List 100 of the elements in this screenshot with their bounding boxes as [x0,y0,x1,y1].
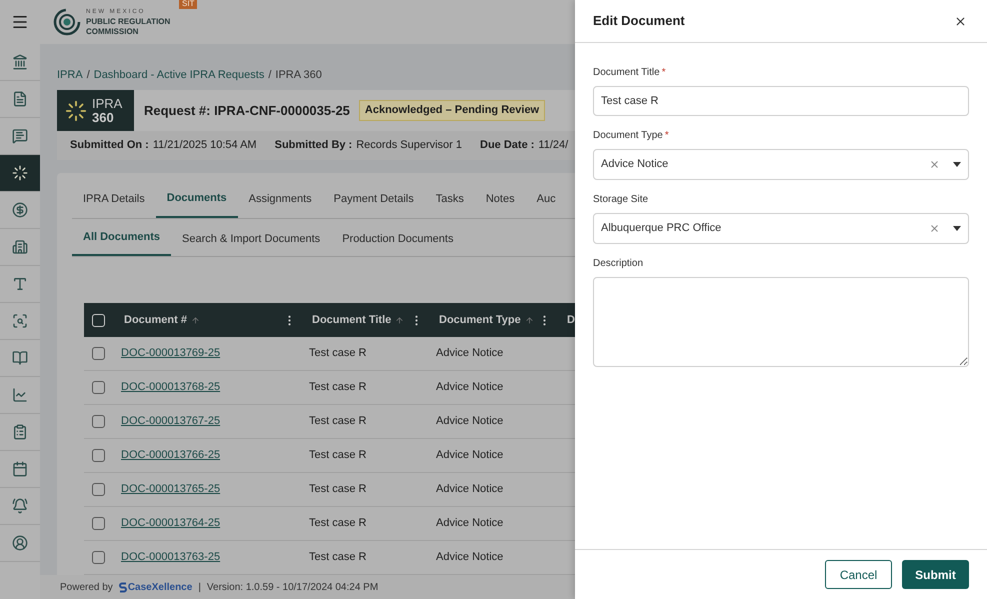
version-text: Version: 1.0.59 - 10/17/2024 04:24 PM [206,580,378,594]
menu-icon [11,13,29,31]
table-cell: Test case R [309,483,366,496]
powered-by-label: Powered by [60,580,113,594]
description-field[interactable] [593,277,969,367]
table-cell: Advice Notice [436,415,504,428]
text-icon [12,276,28,292]
checkbox[interactable] [92,415,104,428]
select-field[interactable]: Albuquerque PRC Office [593,213,969,244]
clear-icon[interactable] [929,159,940,170]
drawer-title: Edit Document [593,12,685,30]
book-icon [12,350,28,366]
checkbox[interactable] [92,381,104,394]
meta-label: Submitted On : [70,138,149,154]
table-cell: Advice Notice [436,449,504,462]
checkbox[interactable] [92,449,104,462]
tab[interactable]: Documents [156,189,238,218]
logo-subtitle: COMMISSION [86,27,140,37]
meta-label: Submitted By : [274,138,352,154]
bank-icon [12,54,28,70]
tab[interactable]: IPRA Details [72,189,156,218]
table-cell: Test case R [309,415,366,428]
column-header[interactable]: Document Title [312,312,392,328]
required-mark: * [662,66,666,80]
request-number: Request #: IPRA-CNF-0000035-25 [144,102,350,120]
document-link[interactable]: DOC-000013765-25 [121,483,220,496]
document-link[interactable]: DOC-000013768-25 [121,381,220,394]
clipboard-icon [12,424,28,440]
field-label: Description [593,257,644,271]
brand-name: CaseXellence [128,580,192,594]
table-cell: Test case R [309,517,366,530]
bell-icon [12,498,28,514]
column-header[interactable]: Document # [124,312,187,328]
document-link[interactable]: DOC-000013763-25 [121,551,220,564]
table-cell: Test case R [309,551,366,564]
tab[interactable]: Auc [526,189,567,218]
clear-icon[interactable] [929,223,940,234]
document-link[interactable]: DOC-000013767-25 [121,415,220,428]
user-icon [12,535,28,551]
badge-line: IPRA [92,96,122,110]
tab[interactable]: Tasks [424,189,475,218]
breadcrumb-current: IPRA 360 [275,68,322,84]
column-header[interactable]: Document Type [439,312,521,328]
footer-separator: | [198,580,201,594]
breadcrumb-link[interactable]: IPRA [57,67,83,84]
environment-badge: SIT [179,0,198,9]
chat-icon [12,128,28,144]
close-icon [954,14,967,28]
sub-tab[interactable]: Search & Import Documents [171,230,332,256]
sort-icon[interactable] [190,316,200,324]
table-cell: Test case R [309,449,366,462]
table-cell: Advice Notice [436,517,504,530]
checkbox[interactable] [92,347,104,360]
sunburst-icon [12,165,28,181]
field-label: Document Type [593,129,663,143]
meta-label: Due Date : [480,138,534,154]
meta-value: Records Supervisor 1 [356,138,462,154]
logo-icon [52,7,82,37]
meta-value: 11/21/2025 10:54 AM [152,138,257,154]
submit-button[interactable]: Submit [902,560,969,589]
breadcrumb-separator: / [86,68,90,84]
tab[interactable]: Notes [474,189,526,218]
calendar-icon [12,461,28,477]
checkbox[interactable] [92,551,104,564]
brand-logo-icon [118,582,127,592]
table-cell: Test case R [309,381,366,394]
tab[interactable]: Assignments [238,189,323,218]
checkbox[interactable] [92,483,104,496]
sort-icon[interactable] [395,316,404,324]
dollar-icon [12,202,28,218]
status-badge: Acknowledged – Pending Review [358,100,546,121]
caret-icon [953,162,961,167]
caret-icon [953,226,961,231]
input-field[interactable]: Test case R [593,86,969,116]
field-label: Document Title [593,66,660,80]
breadcrumb-link[interactable]: Dashboard - Active IPRA Requests [94,67,264,84]
document-icon [12,91,28,107]
field-label: Storage Site [593,193,648,207]
column-header[interactable]: D [567,312,575,328]
tab[interactable]: Payment Details [322,189,425,218]
sunburst-icon [65,100,87,122]
select-field[interactable]: Advice Notice [593,149,969,180]
document-link[interactable]: DOC-000013764-25 [121,517,220,530]
meta-value: 11/24/ [538,138,568,154]
cancel-button[interactable]: Cancel [825,560,892,589]
document-link[interactable]: DOC-000013769-25 [121,347,220,360]
sub-tab[interactable]: All Documents [72,228,172,256]
checkbox[interactable] [92,517,104,530]
building-icon [12,239,28,255]
table-cell: Advice Notice [436,551,504,564]
sub-tab[interactable]: Production Documents [331,230,464,256]
table-cell: Advice Notice [436,347,504,360]
select-value: Albuquerque PRC Office [601,221,722,236]
badge-number: 360 [92,110,115,124]
sort-icon[interactable] [524,316,534,324]
scan-search-icon [12,313,28,329]
sidebar-item[interactable] [0,155,40,192]
breadcrumb-separator: / [268,68,272,84]
document-link[interactable]: DOC-000013766-25 [121,449,220,462]
table-cell: Advice Notice [436,381,504,394]
